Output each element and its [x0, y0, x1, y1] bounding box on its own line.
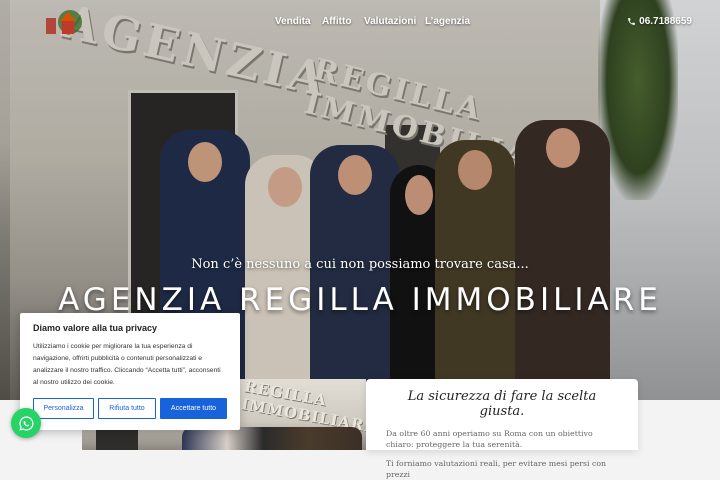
phone-number: 06.7188659 — [639, 16, 692, 27]
nav-affitto[interactable]: Affitto — [322, 16, 351, 27]
reject-all-button[interactable]: Rifiuta tutto — [98, 398, 156, 419]
agency-logo[interactable] — [40, 6, 88, 40]
about-heading: La sicurezza di fare la scelta giusta. — [407, 389, 597, 419]
cookie-text: Utilizziamo i cookie per migliorare la t… — [33, 343, 221, 386]
nav-valutazioni[interactable]: Valutazioni — [364, 16, 416, 27]
whatsapp-icon — [18, 415, 34, 431]
phone-icon — [628, 18, 636, 25]
whatsapp-button[interactable] — [11, 408, 41, 438]
cookie-title: Diamo valore alla tua privacy — [33, 323, 158, 333]
nav-vendita[interactable]: Vendita — [275, 16, 311, 27]
customize-button[interactable]: Personalizza — [33, 398, 94, 419]
hero-tagline: Non c’è nessuno a cui non possiamo trova… — [191, 257, 529, 272]
cookie-banner: Diamo valore alla tua privacy Utilizziam… — [20, 313, 240, 430]
phone-link[interactable]: 06.7188659 — [627, 16, 692, 27]
cookie-actions: Personalizza Rifiuta tutto Accettare tut… — [33, 398, 227, 419]
nav-agenzia[interactable]: L’agenzia — [425, 16, 470, 27]
about-paragraph-1: Da oltre 60 anni operiamo su Roma con un… — [386, 429, 593, 449]
about-paragraph-2: Ti forniamo valutazioni reali, per evita… — [386, 459, 607, 479]
about-card: La sicurezza di fare la scelta giusta. D… — [366, 379, 638, 479]
top-navigation: Vendita Affitto Valutazioni L’agenzia 06… — [0, 0, 720, 44]
accept-all-button[interactable]: Accettare tutto — [160, 398, 227, 419]
